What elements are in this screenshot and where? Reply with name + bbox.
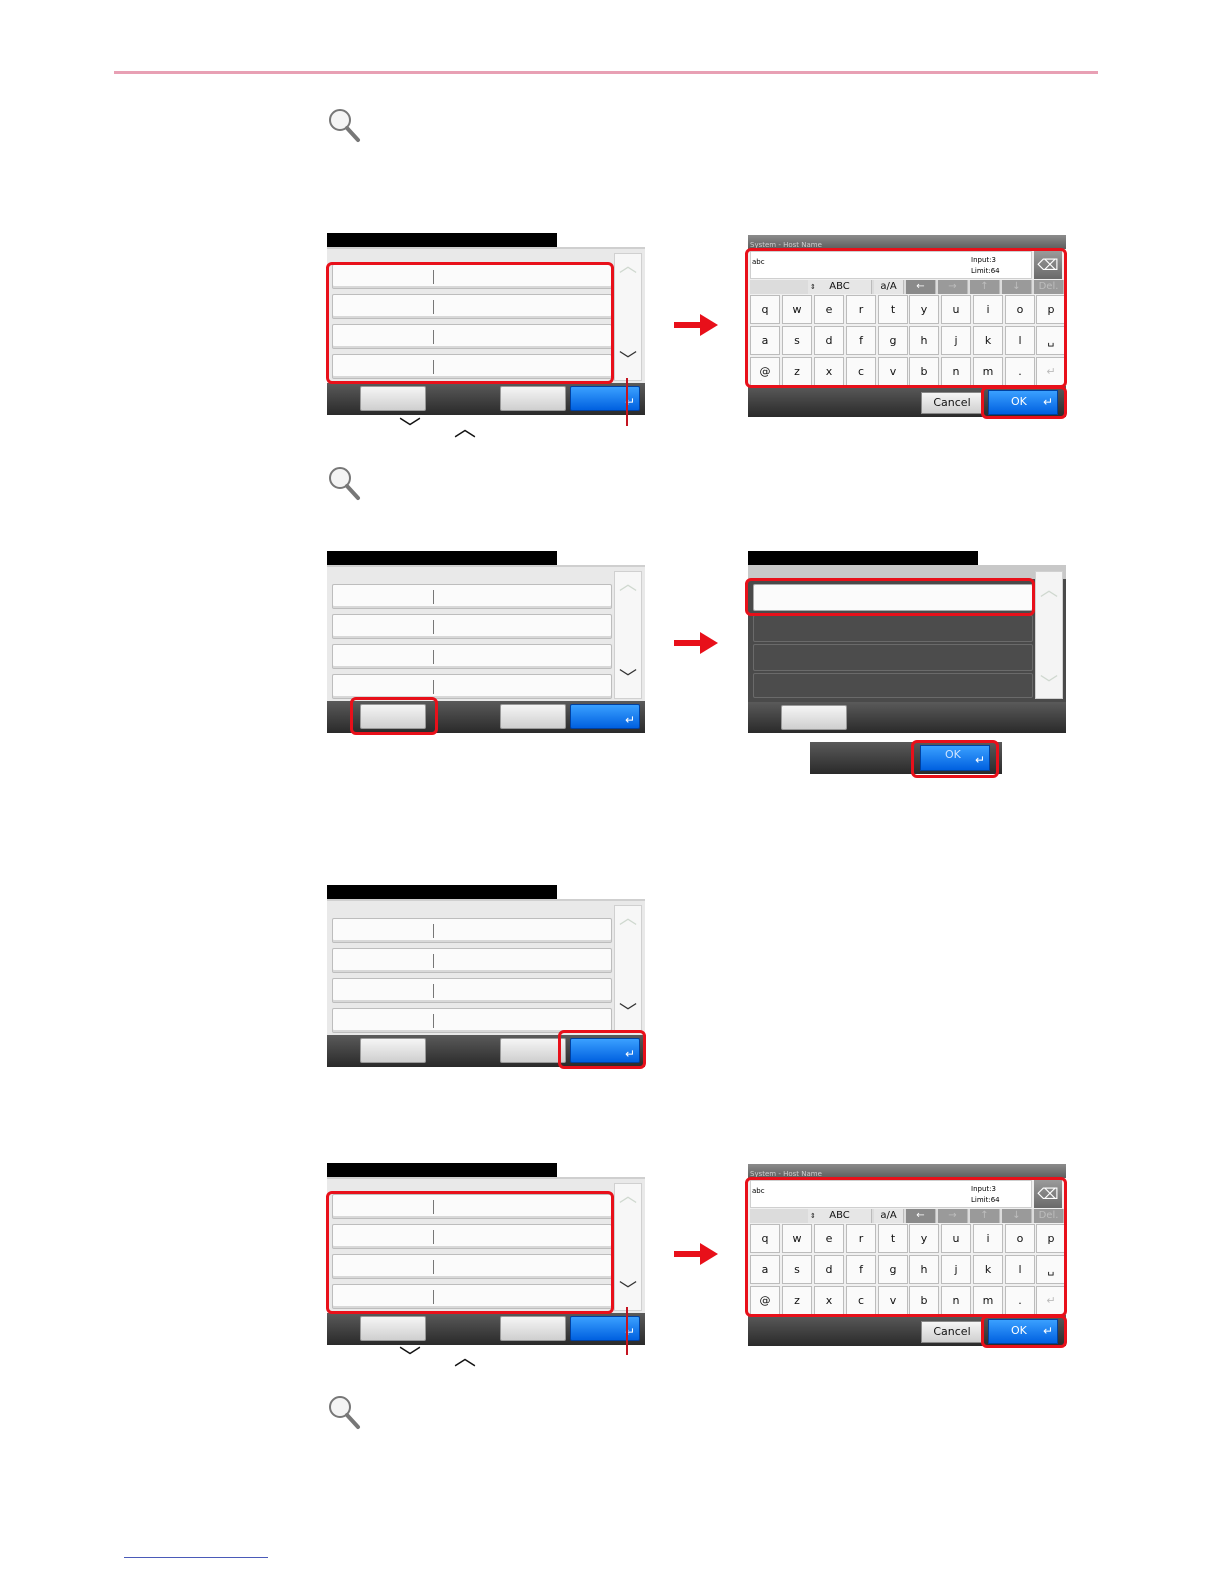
- scroll-column: ︿ ﹀: [1035, 571, 1063, 699]
- screen-title-bar: [748, 551, 978, 566]
- highlight-box: [745, 578, 1035, 616]
- footer-button[interactable]: [500, 704, 566, 729]
- highlight-box: [326, 262, 614, 384]
- footer-button[interactable]: [500, 1038, 566, 1063]
- magnifier-icon: [329, 467, 360, 500]
- highlight-box: [981, 1315, 1067, 1348]
- highlight-box: [326, 1191, 614, 1314]
- scroll-column: ︿ ﹀: [614, 905, 642, 1033]
- right-arrow-icon: [674, 632, 718, 654]
- footer-button[interactable]: [360, 386, 426, 411]
- option-item[interactable]: [753, 644, 1033, 671]
- scroll-down-icon[interactable]: ﹀: [619, 670, 637, 688]
- right-arrow-icon: [674, 1243, 718, 1265]
- footer-link-underline: [124, 1557, 268, 1558]
- footer-button[interactable]: [360, 1316, 426, 1341]
- list-item[interactable]: [332, 614, 612, 639]
- ok-button[interactable]: ↵: [570, 386, 640, 411]
- highlight-box: [558, 1030, 646, 1069]
- screen-title-bar: [327, 551, 557, 566]
- option-item[interactable]: [753, 673, 1033, 698]
- list-item[interactable]: [332, 978, 612, 1003]
- list-item[interactable]: [332, 584, 612, 609]
- scroll-up-icon[interactable]: ︿: [619, 910, 637, 928]
- scroll-up-icon[interactable]: ︿: [619, 1188, 637, 1206]
- callout-line: [626, 1307, 628, 1355]
- highlight-box: [350, 697, 438, 735]
- magnifier-icon: [329, 109, 360, 142]
- chevron-up-icon: ︿: [454, 417, 477, 442]
- header-rule: [114, 71, 1098, 74]
- highlight-box: [745, 1177, 1067, 1317]
- right-arrow-icon: [674, 314, 718, 336]
- ok-button[interactable]: ↵: [570, 704, 640, 729]
- scroll-down-icon[interactable]: ﹀: [619, 352, 637, 370]
- footer-button[interactable]: [500, 1316, 566, 1341]
- highlight-box: [745, 248, 1067, 388]
- list-item[interactable]: [332, 674, 612, 699]
- scroll-down-icon[interactable]: ﹀: [1040, 670, 1058, 696]
- cancel-button[interactable]: Cancel: [921, 392, 983, 414]
- callout-line: [626, 378, 628, 426]
- list-item[interactable]: [332, 918, 612, 943]
- screen-title-bar: [327, 1163, 557, 1178]
- screen-header-strip: [748, 565, 1066, 579]
- scroll-column: ︿ ﹀: [614, 253, 642, 381]
- scroll-up-icon[interactable]: ︿: [619, 258, 637, 276]
- chevron-up-icon: ︿: [454, 1346, 477, 1371]
- footer-button[interactable]: [500, 386, 566, 411]
- footer-button[interactable]: [781, 705, 847, 730]
- screen-footer: ↵: [327, 1313, 645, 1345]
- scroll-up-icon[interactable]: ︿: [619, 576, 637, 594]
- scroll-down-icon[interactable]: ﹀: [619, 1004, 637, 1022]
- highlight-box: [911, 740, 999, 778]
- ok-button[interactable]: ↵: [570, 1316, 640, 1341]
- scroll-column: ︿ ﹀: [614, 1183, 642, 1311]
- scroll-column: ︿ ﹀: [614, 571, 642, 699]
- screen-title-bar: [327, 885, 557, 900]
- footer-button[interactable]: [360, 1038, 426, 1063]
- highlight-box: [981, 386, 1067, 419]
- screen-title-bar: [327, 233, 557, 248]
- return-icon: ↵: [624, 713, 635, 727]
- chevron-down-icon: ﹀: [399, 417, 422, 442]
- scroll-up-icon[interactable]: ︿: [1040, 576, 1058, 602]
- magnifier-icon: [329, 1396, 360, 1429]
- list-item[interactable]: [332, 948, 612, 973]
- chevron-down-icon: ﹀: [399, 1346, 422, 1371]
- cancel-button[interactable]: Cancel: [921, 1321, 983, 1343]
- option-item[interactable]: [753, 615, 1033, 642]
- screen-footer: ↵: [327, 383, 645, 415]
- scroll-down-icon[interactable]: ﹀: [619, 1282, 637, 1300]
- list-item[interactable]: [332, 644, 612, 669]
- screen-footer: [748, 702, 1066, 733]
